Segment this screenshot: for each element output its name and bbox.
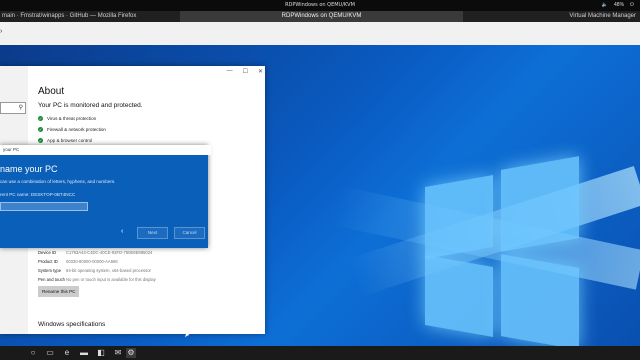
check-icon: ✓ (38, 127, 43, 132)
system-tray[interactable]: 🔈 48% ⏻ (602, 2, 634, 8)
pc-name-input[interactable] (0, 202, 88, 211)
check-icon: ✓ (38, 116, 43, 121)
tab-firefox[interactable]: main · Fmstrat/winapps · GitHub — Mozill… (0, 11, 180, 22)
search-icon[interactable]: ⚲ (19, 104, 23, 111)
check-virus[interactable]: ✓ Virus & threat protection (38, 116, 96, 121)
vm-toolbar: › (0, 22, 640, 46)
spec-row: Product ID 00330-80000-00000-AA586 (38, 259, 118, 264)
file-explorer-icon[interactable]: ▬ (79, 348, 89, 358)
rename-pc-button[interactable]: Rename this PC (38, 286, 80, 297)
battery-level: 48% (614, 2, 625, 8)
store-icon[interactable]: ◧ (96, 348, 106, 358)
task-view-icon[interactable]: ▭ (45, 348, 55, 358)
mail-icon[interactable]: ✉ (113, 348, 123, 358)
mouse-cursor-icon: ➤ (184, 332, 190, 339)
search-icon[interactable]: ○ (28, 348, 38, 358)
system-top-bar: RDPWindows on QEMU/KVM 🔈 48% ⏻ (0, 0, 640, 11)
tab-virt-manager[interactable]: Virtual Machine Manager (569, 11, 636, 22)
edge-icon[interactable]: e (62, 348, 72, 358)
check-firewall[interactable]: ✓ Firewall & network protection (38, 127, 106, 132)
windows-logo-icon (425, 156, 580, 346)
check-icon: ✓ (38, 138, 43, 143)
current-pc-name: rent PC name: DESKTOP-0BT4NCC (0, 192, 76, 197)
next-button[interactable]: Next (137, 227, 168, 239)
spec-row: Device ID C1793A42-C4DC-40CE-93FD-750E8E8… (38, 250, 153, 255)
window-controls: — ☐ ✕ (227, 68, 263, 75)
spec-row: Pen and touch No pen or touch input is av… (38, 277, 156, 282)
protection-status: Your PC is monitored and protected. (38, 102, 143, 109)
dialog-heading: name your PC (0, 164, 58, 174)
dialog-description: can use a combination of letters, hyphen… (0, 179, 116, 184)
taskbar: ○ ▭ e ▬ ◧ ✉ ⚙ (0, 346, 640, 360)
search-input[interactable]: ⚲ (0, 102, 26, 114)
tab-rdpwindows[interactable]: RDPWindows on QEMU/KVM (180, 11, 463, 22)
page-title: About (38, 86, 65, 97)
settings-gear-icon[interactable]: ⚙ (126, 348, 136, 358)
minimize-icon[interactable]: — (227, 68, 233, 75)
check-app-browser[interactable]: ✓ App & browser control (38, 138, 92, 143)
speaker-icon[interactable]: 🔈 (602, 2, 608, 8)
dialog-title-bar: your PC (0, 145, 211, 155)
windows-specs-heading: Windows specifications (38, 321, 106, 328)
task-tabs: main · Fmstrat/winapps · GitHub — Mozill… (0, 11, 640, 22)
back-arrow-icon[interactable]: ‹ (121, 228, 123, 235)
rename-dialog: your PC name your PC can use a combinati… (0, 145, 211, 248)
back-arrow-icon[interactable]: › (0, 28, 2, 35)
window-title: RDPWindows on QEMU/KVM (285, 2, 355, 8)
power-icon[interactable]: ⏻ (630, 2, 634, 8)
cancel-button[interactable]: Cancel (174, 227, 205, 239)
maximize-icon[interactable]: ☐ (243, 68, 248, 75)
spec-row: System type 64-bit operating system, x64-… (38, 268, 151, 273)
close-icon[interactable]: ✕ (258, 68, 263, 75)
